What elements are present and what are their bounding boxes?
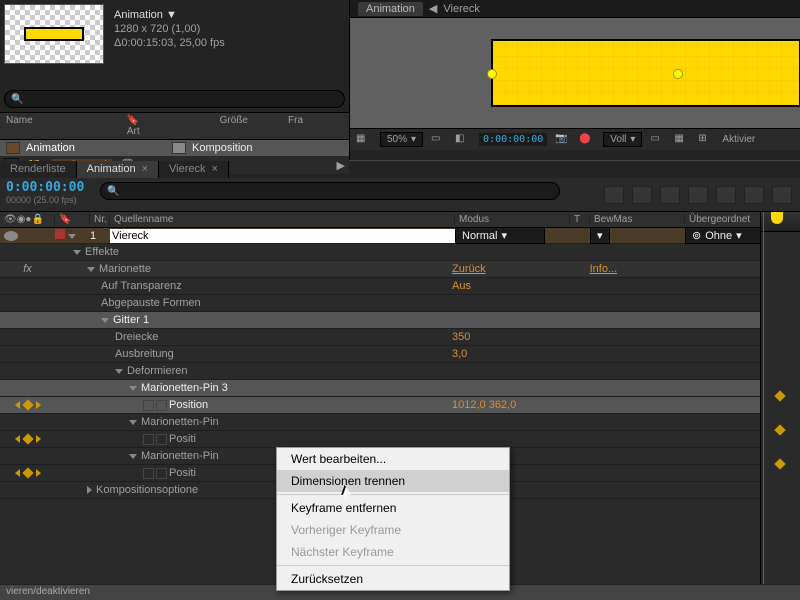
kf-toggle-icon[interactable] xyxy=(22,399,33,410)
playhead[interactable] xyxy=(763,212,764,592)
activate-cam-button[interactable]: Aktivier xyxy=(722,134,755,145)
comp-viewport[interactable] xyxy=(350,18,800,128)
puppet-pin-icon[interactable] xyxy=(673,69,683,79)
info-link[interactable]: Info... xyxy=(586,263,618,275)
prop-puppet[interactable]: fxMarionetteZurückInfo... xyxy=(0,261,800,278)
prop-pin2[interactable]: Marionetten-Pin xyxy=(0,414,800,431)
prop-pin3[interactable]: Marionetten-Pin 3 xyxy=(0,380,800,397)
menu-remove-keyframe[interactable]: Keyframe entfernen xyxy=(277,497,509,519)
eye-icon[interactable] xyxy=(4,231,18,241)
prop-pin2-position[interactable]: Positi xyxy=(0,431,800,448)
time-marker-icon[interactable] xyxy=(771,212,783,224)
motion-blur-icon[interactable] xyxy=(716,186,736,204)
menu-prev-keyframe: Vorheriger Keyframe xyxy=(277,519,509,541)
timeline-frame: 00000 (25.00 fps) xyxy=(6,195,94,205)
reset-link[interactable]: Zurück xyxy=(448,263,486,275)
timeline-col-header: 👁◉●🔒 🔖 Nr. Quellenname Modus T BewMas Üb… xyxy=(0,212,800,228)
blend-mode-dropdown[interactable]: Normal ▾ xyxy=(455,227,545,244)
frame-blend-icon[interactable] xyxy=(688,186,708,204)
puppet-pin-icon[interactable] xyxy=(487,69,497,79)
comp-mini-icon[interactable] xyxy=(604,186,624,204)
prop-transparency[interactable]: Auf TransparenzAus xyxy=(0,278,800,295)
play-icon[interactable]: ▶ xyxy=(337,159,345,172)
prev-kf-icon[interactable] xyxy=(15,401,20,409)
project-item-animation[interactable]: Animation Komposition xyxy=(0,140,349,156)
comp-thumbnail[interactable] xyxy=(4,4,104,64)
project-search[interactable]: 🔍 xyxy=(4,90,345,108)
channel-icon[interactable]: ⬤ xyxy=(579,133,595,147)
stopwatch-icon[interactable] xyxy=(143,400,154,411)
timeline-track-area[interactable] xyxy=(760,212,800,592)
trackmat-dropdown[interactable]: ▾ xyxy=(590,227,610,244)
res-dropdown[interactable]: Voll ▾ xyxy=(603,132,642,147)
tab-viereck[interactable]: Viereck× xyxy=(159,161,229,178)
keyframe-icon[interactable] xyxy=(774,390,785,401)
zoom-dropdown[interactable]: 50% ▾ xyxy=(380,132,423,147)
guides-icon[interactable]: ⊞ xyxy=(698,133,714,147)
mask-icon[interactable]: ◧ xyxy=(455,133,471,147)
comp-info: Animation ▼ 1280 x 720 (1,00) Δ0:00:15:0… xyxy=(114,4,225,64)
graph-editor-icon[interactable] xyxy=(744,186,764,204)
menu-reset[interactable]: Zurücksetzen xyxy=(277,568,509,590)
prop-triangles[interactable]: Dreiecke350 xyxy=(0,329,800,346)
bc-animation[interactable]: Animation xyxy=(358,2,423,16)
tab-render-queue[interactable]: Renderliste xyxy=(0,161,77,178)
prop-deform[interactable]: Deformieren xyxy=(0,363,800,380)
prop-mesh1[interactable]: Gitter 1 xyxy=(0,312,800,329)
draft3d-icon[interactable] xyxy=(632,186,652,204)
menu-edit-value[interactable]: Wert bearbeiten... xyxy=(277,448,509,470)
next-kf-icon[interactable] xyxy=(36,401,41,409)
viewer-timecode[interactable]: 0:00:00:00 xyxy=(479,133,547,146)
layer-name-input[interactable] xyxy=(110,229,455,243)
layer-row-viereck[interactable]: 1 Normal ▾ ▾ ⊚ Ohne ▾ xyxy=(0,228,800,244)
prop-paused-shapes[interactable]: Abgepauste Formen xyxy=(0,295,800,312)
expansion-value[interactable]: 3,0 xyxy=(448,348,467,360)
shy-icon[interactable] xyxy=(660,186,680,204)
transp-value[interactable]: Aus xyxy=(448,280,471,292)
triangles-value[interactable]: 350 xyxy=(448,331,470,343)
prop-pin3-position[interactable]: Position1012,0 362,0 xyxy=(0,397,800,414)
prop-expansion[interactable]: Ausbreitung3,0 xyxy=(0,346,800,363)
timeline-timecode[interactable]: 0:00:00:00 xyxy=(6,180,94,195)
brainstorm-icon[interactable] xyxy=(772,186,792,204)
menu-separate-dimensions[interactable]: Dimensionen trennen xyxy=(277,470,509,492)
close-icon[interactable]: × xyxy=(211,163,217,175)
context-menu: Wert bearbeiten... Dimensionen trennen K… xyxy=(276,447,510,591)
grid2-icon[interactable]: ▦ xyxy=(674,133,690,147)
grid-icon[interactable]: ▦ xyxy=(356,133,372,147)
timeline-search[interactable]: 🔍 xyxy=(100,182,560,200)
roi-icon[interactable]: ▭ xyxy=(650,133,666,147)
folder-icon xyxy=(172,142,186,154)
menu-next-keyframe: Nächster Keyframe xyxy=(277,541,509,563)
close-icon[interactable]: × xyxy=(142,163,148,175)
res-icon[interactable]: ▭ xyxy=(431,133,447,147)
project-cols: Name 🔖 Art Größe Fra xyxy=(0,112,349,140)
snapshot-icon[interactable]: 📷 xyxy=(555,133,571,147)
comp-icon xyxy=(6,142,20,154)
prop-effects[interactable]: Effekte xyxy=(0,244,800,261)
tab-animation[interactable]: Animation× xyxy=(77,161,159,178)
viewer-breadcrumb: Animation ◀ Viereck xyxy=(350,0,800,18)
position-value[interactable]: 1012,0 362,0 xyxy=(448,399,516,411)
